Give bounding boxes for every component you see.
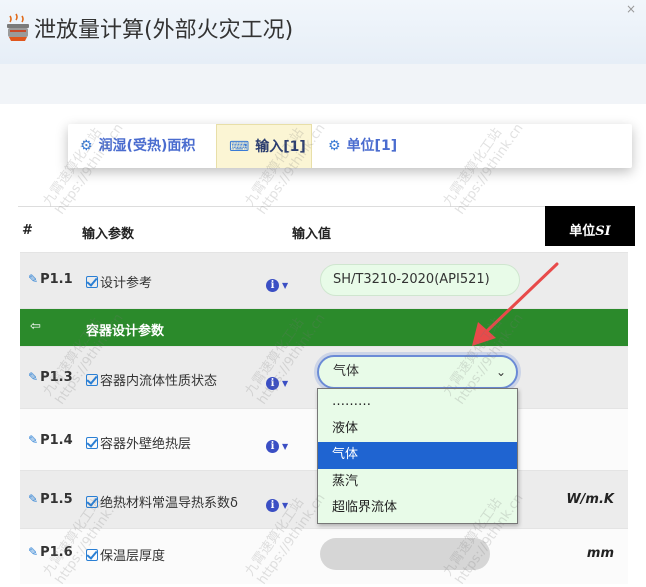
tab-units[interactable]: ⚙ 单位[1]: [328, 124, 397, 168]
param-id-text: P1.6: [40, 545, 73, 560]
info-dropdown[interactable]: i ▼: [266, 371, 288, 390]
app-header: 泄放量计算(外部火灾工况) ×: [0, 0, 646, 64]
caret-down-icon: ▼: [282, 379, 289, 388]
checkbox-icon[interactable]: [86, 374, 98, 386]
tab-wetted-area[interactable]: ⚙ 润湿(受热)面积: [80, 124, 195, 168]
param-name: 保温层厚度: [86, 545, 165, 564]
param-id[interactable]: ✎ P1.1: [28, 272, 73, 287]
tab-label: 单位[1]: [346, 138, 398, 154]
info-dropdown[interactable]: i ▼: [266, 493, 288, 512]
edit-icon: ✎: [28, 492, 39, 506]
param-id-text: P1.3: [40, 370, 73, 385]
table-row-p1-1: ✎ P1.1 设计参考 i ▼ SH/T3210-2020(API521): [20, 252, 628, 308]
param-name-text: 容器内流体性质状态: [100, 374, 218, 389]
table-header: # 输入参数 输入值: [18, 206, 634, 246]
cauldron-logo-icon: [7, 13, 29, 41]
param-id-text: P1.1: [40, 272, 73, 287]
info-icon: i: [266, 440, 279, 453]
edit-icon: ✎: [28, 545, 39, 559]
column-value: 输入值: [292, 227, 332, 242]
checkbox-icon[interactable]: [86, 549, 98, 561]
caret-down-icon: ▼: [282, 501, 289, 510]
fluid-state-select[interactable]: 气体 ⌄: [314, 352, 521, 392]
edit-icon: ✎: [28, 370, 39, 384]
param-name-text: 保温层厚度: [100, 549, 166, 564]
param-name-text: 容器外壁绝热层: [100, 437, 192, 452]
param-id[interactable]: ✎ P1.5: [28, 492, 73, 507]
unit-label: mm: [586, 546, 614, 561]
column-param: 输入参数: [82, 227, 135, 242]
param-id-text: P1.5: [40, 492, 73, 507]
option-liquid[interactable]: 液体: [318, 416, 517, 443]
info-dropdown[interactable]: i ▼: [266, 434, 288, 453]
tab-label: 润湿(受热)面积: [98, 138, 196, 154]
checkbox-icon[interactable]: [86, 496, 98, 508]
info-dropdown[interactable]: i ▼: [266, 273, 288, 292]
checkbox-icon[interactable]: [86, 437, 98, 449]
param-name-text: 设计参考: [100, 276, 153, 291]
tab-bar: ⚙ 润湿(受热)面积 ⌨ 输入[1] ⚙ 单位[1]: [68, 124, 632, 168]
table-row-p1-6: ✎ P1.6 保温层厚度 mm: [20, 528, 628, 584]
option-placeholder[interactable]: ………: [318, 389, 517, 416]
param-name: 容器内流体性质状态: [86, 370, 217, 389]
caret-down-icon: ▼: [282, 281, 289, 290]
section-header[interactable]: ⇦ 容器设计参数: [20, 308, 628, 346]
caret-down-icon: ▼: [282, 442, 289, 451]
param-name: 绝热材料常温导热系数δ: [86, 492, 238, 511]
column-hash: #: [22, 223, 33, 238]
page-title: 泄放量计算(外部火灾工况): [34, 18, 294, 43]
unit-si: SI: [595, 224, 611, 239]
param-id[interactable]: ✎ P1.3: [28, 370, 73, 385]
param-name: 容器外壁绝热层: [86, 433, 191, 452]
column-unit: 单位SI: [545, 206, 635, 246]
gears-icon: ⚙: [328, 138, 341, 154]
tab-input[interactable]: ⌨ 输入[1]: [216, 124, 312, 168]
info-icon: i: [266, 499, 279, 512]
param-name: 设计参考: [86, 272, 152, 291]
checkbox-icon[interactable]: [86, 276, 98, 288]
design-reference-field[interactable]: SH/T3210-2020(API521): [320, 264, 520, 296]
param-id[interactable]: ✎ P1.4: [28, 433, 73, 448]
edit-icon: ✎: [28, 272, 39, 286]
param-name-text: 绝热材料常温导热系数δ: [100, 496, 238, 511]
select-value: 气体: [333, 364, 360, 379]
option-steam[interactable]: 蒸汽: [318, 469, 517, 496]
option-gas[interactable]: 气体: [318, 442, 517, 469]
header-band: [0, 64, 646, 104]
unit-label: W/m.K: [566, 492, 614, 507]
param-id[interactable]: ✎ P1.6: [28, 545, 73, 560]
info-icon: i: [266, 279, 279, 292]
unit-label: 单位: [569, 224, 596, 239]
section-label: 容器设计参数: [86, 324, 165, 339]
info-icon: i: [266, 377, 279, 390]
fluid-state-options[interactable]: ……… 液体 气体 蒸汽 超临界流体: [317, 388, 518, 524]
param-id-text: P1.4: [40, 433, 73, 448]
gears-icon: ⚙: [80, 138, 93, 154]
chevron-down-icon: ⌄: [495, 365, 506, 379]
tab-label: 输入[1]: [255, 139, 306, 155]
insulation-thickness-field[interactable]: [320, 538, 490, 570]
close-icon[interactable]: ×: [626, 2, 636, 16]
option-supercritical[interactable]: 超临界流体: [318, 495, 517, 522]
keyboard-icon: ⌨: [229, 139, 250, 155]
collapse-icon[interactable]: ⇦: [30, 319, 41, 334]
edit-icon: ✎: [28, 433, 39, 447]
